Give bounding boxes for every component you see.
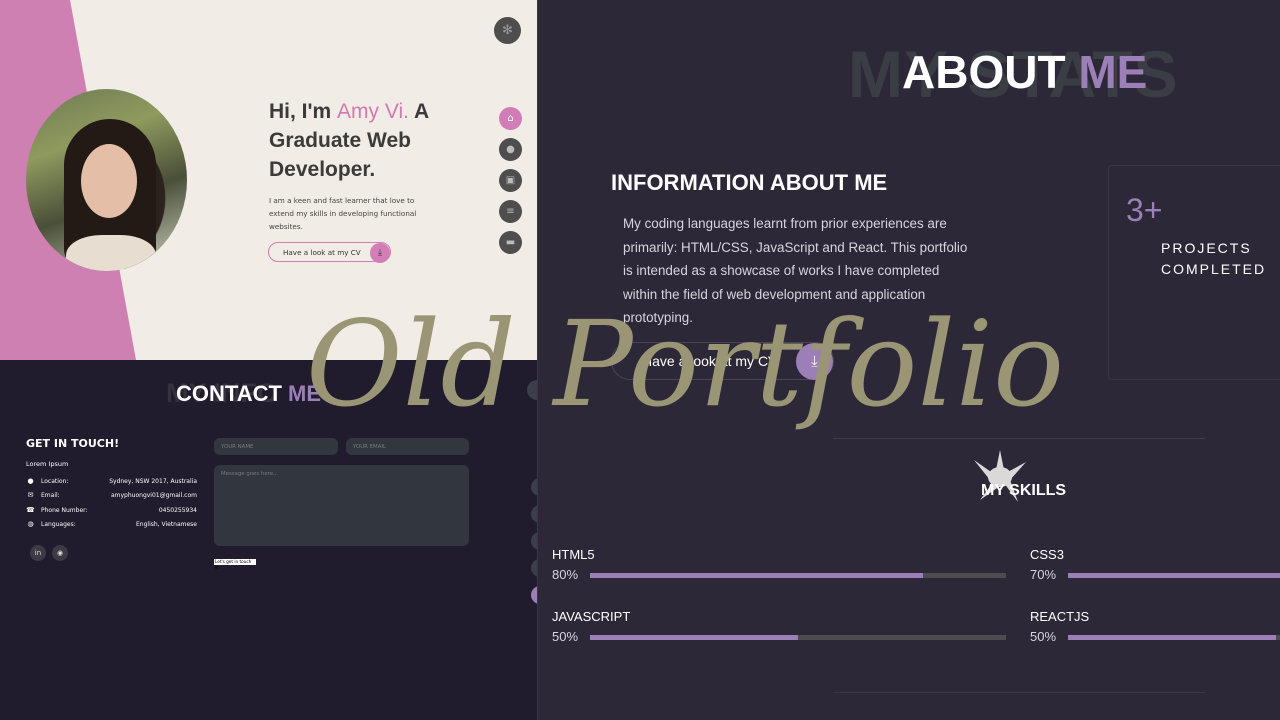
- contact-row: ☎ Phone Number: 0450255934: [26, 506, 197, 516]
- skill-name: REACTJS: [1030, 609, 1090, 624]
- skill-name: JAVASCRIPT: [552, 609, 631, 624]
- comment-icon[interactable]: ▬: [499, 231, 522, 254]
- get-in-touch-heading: GET IN TOUCH!: [26, 437, 120, 450]
- hero-name: Amy Vi.: [337, 100, 409, 123]
- contact-key: Phone Number:: [41, 507, 88, 514]
- stat-number: 3+: [1126, 192, 1163, 228]
- email-input[interactable]: YOUR EMAIL: [346, 438, 469, 455]
- skill-percent: 50%: [552, 629, 579, 644]
- contact-title-accent: ME: [288, 381, 322, 406]
- hero-section: Hi, I'm Amy Vi. A Graduate Web Developer…: [0, 0, 537, 360]
- envelope-icon: ✉: [27, 491, 34, 499]
- about-section: MY STATS ABOUT ME INFORMATION ABOUT ME M…: [537, 0, 1280, 720]
- message-textarea[interactable]: Message goes here...: [214, 465, 469, 546]
- skill-bar-fill: [590, 573, 923, 578]
- contact-value: 0450255934: [158, 507, 197, 514]
- contact-title-main: CONTACT: [176, 381, 282, 406]
- list-icon[interactable]: ≡: [499, 200, 522, 223]
- contact-key: Location:: [41, 478, 69, 485]
- globe-icon: ◍: [27, 520, 34, 528]
- skill-percent: 50%: [1030, 629, 1057, 644]
- side-nav-dot[interactable]: [531, 505, 537, 523]
- stat-label: PROJECTS COMPLETED: [1161, 240, 1267, 277]
- info-heading: INFORMATION ABOUT ME: [611, 170, 888, 195]
- info-text: My coding languages learnt from prior ex…: [623, 216, 968, 326]
- contact-subtitle: Lorem Ipsum: [26, 460, 69, 468]
- contact-key: Email:: [41, 492, 60, 499]
- about-cv-button[interactable]: Have a look at my CV ⤓: [611, 342, 834, 380]
- skill-bar-track: [590, 635, 1006, 640]
- about-title-accent: ME: [1078, 46, 1148, 98]
- skill-percent: 80%: [552, 567, 579, 582]
- about-title: ABOUT ME: [902, 45, 1147, 99]
- skill-bar-track: [590, 573, 1006, 578]
- github-icon[interactable]: ◉: [52, 545, 68, 561]
- skill-percent: 70%: [1030, 567, 1057, 582]
- skill-bar-fill: [590, 635, 798, 640]
- side-nav-dot[interactable]: [531, 559, 537, 577]
- contact-value: Sydney, NSW 2017, Australia: [109, 478, 197, 485]
- contact-row: ✉ Email: amyphuongvi01@gmail.com: [26, 491, 197, 501]
- contact-key: Languages:: [41, 521, 76, 528]
- linkedin-icon[interactable]: in: [30, 545, 46, 561]
- location-pin-icon: ●: [27, 477, 34, 485]
- home-icon[interactable]: ⌂: [499, 107, 522, 130]
- phone-icon: ☎: [26, 506, 35, 514]
- greeting-prefix: Hi, I'm: [269, 100, 338, 123]
- profile-photo: [26, 89, 187, 271]
- skills-heading: MY SKILLS: [981, 482, 1067, 499]
- cv-button[interactable]: Have a look at my CV ⤓: [268, 242, 391, 263]
- skill-bar-fill: [1068, 573, 1280, 578]
- skill-bar-fill: [1068, 635, 1276, 640]
- send-button[interactable]: Let's get in touch ✉: [214, 559, 256, 570]
- contact-value: English, Vietnamese: [136, 521, 197, 528]
- side-nav-dot-active[interactable]: [531, 586, 537, 604]
- hero-headline: Hi, I'm Amy Vi. A Graduate Web Developer…: [269, 97, 469, 184]
- about-cv-button-label: Have a look at my CV: [642, 353, 778, 369]
- skill-bar-track: [1068, 635, 1280, 640]
- gear-icon[interactable]: ✻: [494, 17, 521, 44]
- skill-name: CSS3: [1030, 547, 1064, 562]
- side-nav-dot[interactable]: [531, 532, 537, 550]
- name-input[interactable]: YOUR NAME: [214, 438, 338, 455]
- briefcase-icon[interactable]: ▣: [499, 169, 522, 192]
- contact-title: CONTACT ME: [176, 381, 321, 407]
- divider: [833, 692, 1205, 693]
- nav-dot-peek[interactable]: [527, 380, 537, 400]
- hero-intro: I am a keen and fast learner that love t…: [269, 196, 417, 231]
- contact-row: ◍ Languages: English, Vietnamese: [26, 520, 197, 530]
- contact-row: ● Location: Sydney, NSW 2017, Australia: [26, 477, 197, 487]
- contact-section: MY INFO CONTACT ME GET IN TOUCH! Lorem I…: [0, 360, 537, 720]
- contact-value: amyphuongvi01@gmail.com: [110, 492, 197, 499]
- cv-button-label: Have a look at my CV: [283, 248, 361, 257]
- about-title-main: ABOUT: [902, 46, 1066, 98]
- download-icon: ⤓: [796, 343, 833, 380]
- divider: [833, 438, 1205, 439]
- side-nav-dot[interactable]: [531, 478, 537, 496]
- screenshot-collage: Hi, I'm Amy Vi. A Graduate Web Developer…: [0, 0, 1280, 720]
- skill-bar-track: [1068, 573, 1280, 578]
- skill-name: HTML5: [552, 547, 595, 562]
- download-icon: ⤓: [370, 243, 390, 263]
- user-icon[interactable]: ●: [499, 138, 522, 161]
- stat-card: 3+ PROJECTS COMPLETED: [1108, 165, 1280, 380]
